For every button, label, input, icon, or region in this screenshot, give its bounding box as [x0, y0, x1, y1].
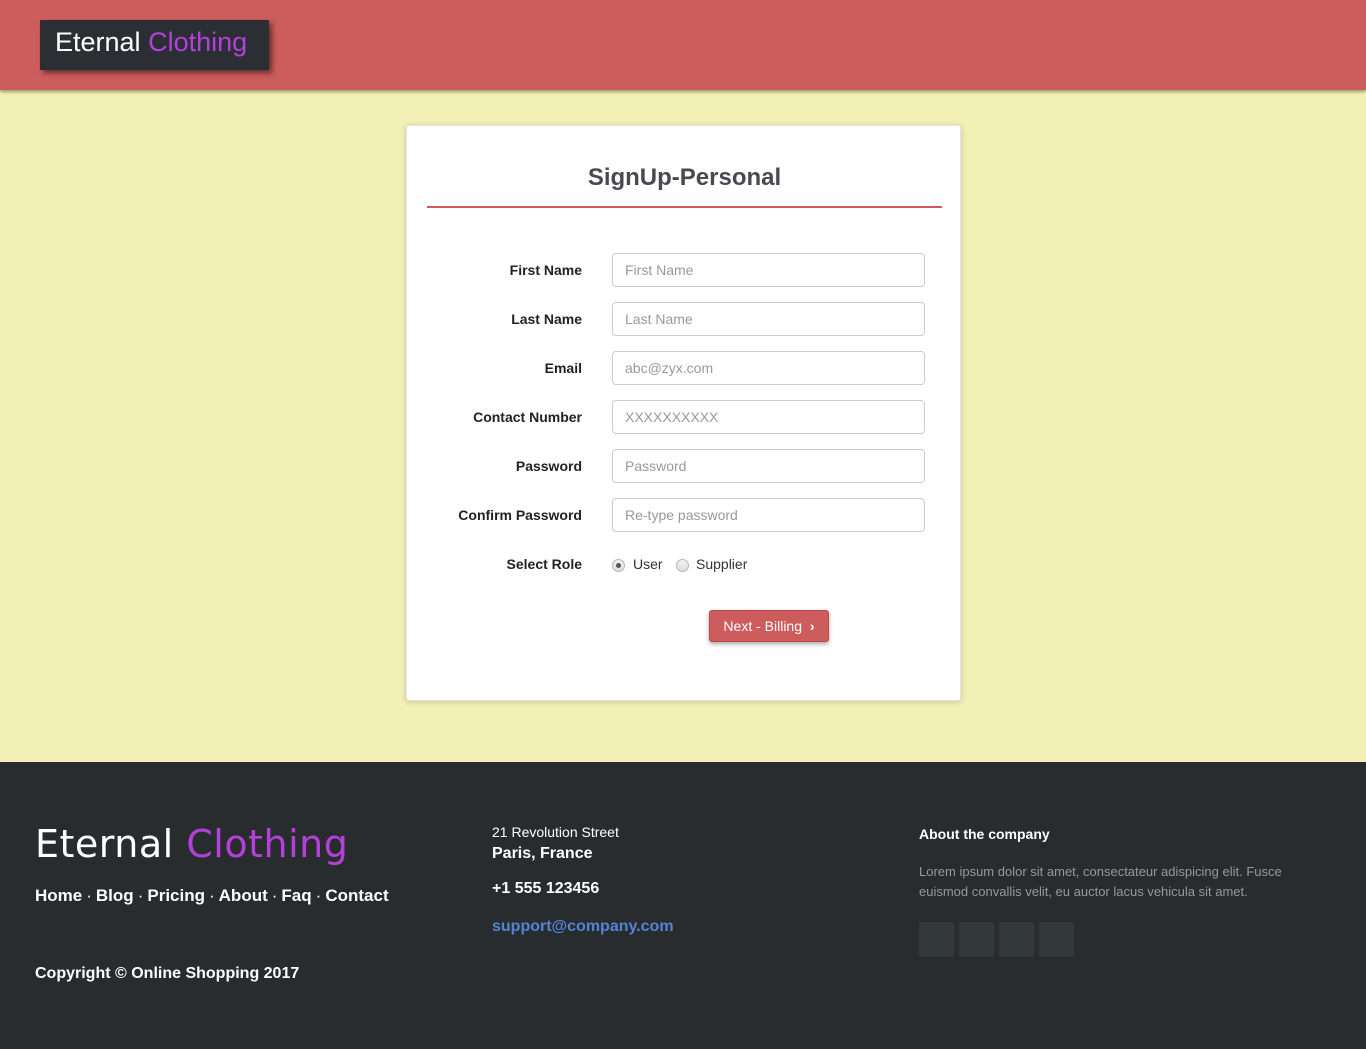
about-heading: About the company — [919, 826, 1050, 842]
footer-link-contact[interactable]: Contact — [325, 886, 388, 905]
link-separator: · — [137, 886, 144, 905]
footer-link-pricing[interactable]: Pricing — [147, 886, 205, 905]
password-label: Password — [515, 458, 582, 474]
email-label: Email — [544, 360, 582, 376]
copyright-text: Copyright © Online Shopping 2017 — [35, 965, 300, 982]
about-text: Lorem ipsum dolor sit amet, consectateur… — [919, 864, 1282, 899]
first-name-label: First Name — [509, 262, 582, 278]
brand-name-part2: Clothing — [148, 27, 248, 57]
email-input[interactable] — [612, 351, 925, 385]
link-separator: · — [208, 886, 215, 905]
role-user-label[interactable]: User — [633, 556, 663, 572]
site-header: Eternal Clothing — [0, 0, 1366, 90]
site-footer: Eternal Clothing Home · Blog · Pricing · About… — [0, 762, 1366, 1049]
social-icon-2[interactable] — [959, 922, 994, 957]
support-email-link[interactable]: support@company.com — [492, 918, 674, 936]
form-title: SignUp-Personal — [587, 164, 782, 191]
role-user-radio[interactable] — [612, 559, 625, 572]
title-divider — [427, 206, 942, 208]
select-role-label: Select Role — [506, 556, 582, 572]
contact-number-label: Contact Number — [473, 409, 582, 425]
confirm-password-label: Confirm Password — [458, 507, 582, 523]
role-supplier-label[interactable]: Supplier — [696, 556, 747, 572]
first-name-input[interactable] — [612, 253, 925, 287]
address-street: 21 Revolution Street — [492, 824, 619, 840]
next-billing-button[interactable]: Next - Billing › — [709, 610, 829, 642]
address-city: Paris, France — [492, 845, 593, 862]
confirm-password-input[interactable] — [612, 498, 925, 532]
last-name-label: Last Name — [511, 311, 582, 327]
last-name-input[interactable] — [612, 302, 925, 336]
link-separator: · — [315, 886, 322, 905]
social-icon-1[interactable] — [919, 922, 954, 957]
footer-link-home[interactable]: Home — [35, 886, 82, 905]
footer-link-about[interactable]: About — [219, 886, 268, 905]
footer-brand-logo: Eternal Clothing — [35, 822, 348, 866]
footer-link-faq[interactable]: Faq — [281, 886, 311, 905]
next-billing-label: Next - Billing — [723, 618, 803, 634]
social-icon-4[interactable] — [1039, 922, 1074, 957]
footer-brand-part2: Clothing — [186, 822, 349, 866]
brand-logo[interactable]: Eternal Clothing — [40, 20, 269, 70]
footer-brand-part1: Eternal — [35, 822, 174, 866]
brand-name-part1: Eternal — [55, 27, 141, 57]
link-separator: · — [86, 886, 92, 905]
footer-nav: Home · Blog · Pricing · About · Faq · Contact — [35, 886, 389, 906]
signup-card: SignUp-Personal First Name Last Name Ema… — [406, 125, 961, 701]
contact-number-input[interactable] — [612, 400, 925, 434]
chevron-right-icon: › — [809, 618, 815, 634]
footer-link-blog[interactable]: Blog — [96, 886, 134, 905]
password-input[interactable] — [612, 449, 925, 483]
link-separator: · — [271, 886, 278, 905]
contact-phone: +1 555 123456 — [492, 880, 600, 897]
social-icon-3[interactable] — [999, 922, 1034, 957]
role-supplier-radio[interactable] — [676, 559, 689, 572]
